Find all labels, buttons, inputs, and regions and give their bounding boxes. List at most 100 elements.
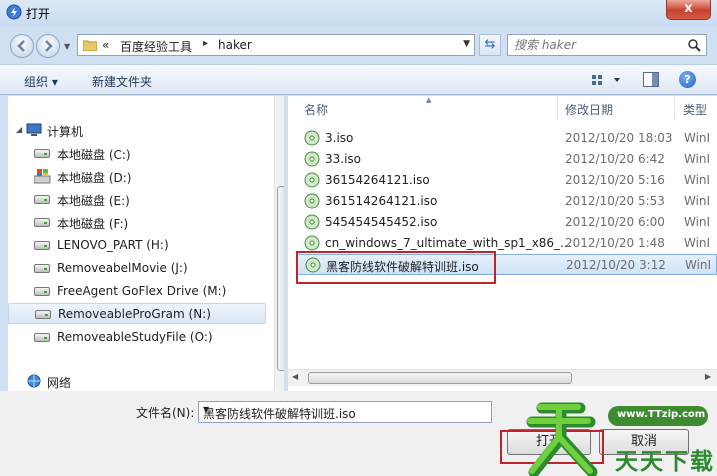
disc-image-icon xyxy=(304,214,320,230)
filename-field[interactable]: 黑客防线软件破解特训班.iso ▼ xyxy=(198,401,492,423)
system-drive-icon xyxy=(34,169,51,184)
nav-label: FreeAgent GoFlex Drive (M:) xyxy=(57,284,227,298)
navigation-pane: ◢ 计算机 本地磁盘 (C:) 本地磁盘 (D:) 本地磁盘 (E:) 本地磁盘… xyxy=(8,96,285,391)
file-name: 33.iso xyxy=(325,152,362,166)
scroll-left-icon[interactable]: ◀ xyxy=(292,372,298,381)
nav-label: RemoveableProGram (N:) xyxy=(58,307,211,321)
nav-item-drive-m[interactable]: FreeAgent GoFlex Drive (M:) xyxy=(12,281,270,302)
nav-label: 本地磁盘 (C:) xyxy=(57,148,131,162)
filename-label: 文件名(N): xyxy=(136,406,195,420)
column-header-type[interactable]: 类型 xyxy=(675,96,717,120)
nav-item-drive-d[interactable]: 本地磁盘 (D:) xyxy=(12,166,270,187)
annotation-highlight xyxy=(296,251,496,284)
nav-label: 网络 xyxy=(47,376,72,390)
nav-item-drive-j[interactable]: RemoveabelMovie (J:) xyxy=(12,258,270,279)
file-row[interactable]: 545454545452.iso 2012/10/20 6:00 WinI xyxy=(296,212,717,233)
file-type: WinI xyxy=(684,173,711,187)
file-type: WinI xyxy=(685,258,712,272)
refresh-icon: ⇆ xyxy=(484,37,496,52)
preview-pane-icon[interactable] xyxy=(643,72,659,87)
file-date: 2012/10/20 3:12 xyxy=(566,258,666,272)
disc-image-icon xyxy=(304,172,320,188)
file-name: 361514264121.iso xyxy=(325,194,438,208)
recent-pages-dropdown[interactable]: ▼ xyxy=(64,42,70,51)
window-title: 打开 xyxy=(26,7,51,21)
watermark-text: 天天下载 xyxy=(615,449,715,475)
view-options-icon[interactable] xyxy=(590,72,624,88)
drive-icon xyxy=(34,287,50,296)
search-box[interactable] xyxy=(507,34,707,56)
file-row[interactable]: 3.iso 2012/10/20 18:03 WinI xyxy=(296,128,717,149)
help-icon[interactable]: ? xyxy=(679,71,696,88)
new-folder-button[interactable]: 新建文件夹 xyxy=(92,73,152,90)
drive-icon xyxy=(34,264,50,273)
refresh-button[interactable]: ⇆ xyxy=(479,34,501,56)
address-segment[interactable]: 百度经验工具 xyxy=(120,38,192,55)
chevron-down-icon[interactable]: ▼ xyxy=(203,405,487,414)
app-icon xyxy=(6,4,22,20)
nav-item-network[interactable]: 网络 xyxy=(12,371,270,391)
nav-label: RemoveabelMovie (J:) xyxy=(57,261,188,275)
address-prefix[interactable]: « xyxy=(102,38,109,52)
column-header-date[interactable]: 修改日期 xyxy=(558,96,675,120)
address-row: ▼ « 百度经验工具 ▸ haker ▼ ⇆ xyxy=(0,26,717,64)
search-input[interactable] xyxy=(514,38,674,52)
file-row[interactable]: 36154264121.iso 2012/10/20 5:16 WinI xyxy=(296,170,717,191)
horizontal-scrollbar[interactable]: ◀ ▶ xyxy=(288,369,717,386)
title-bar: 打开 x xyxy=(0,0,717,26)
file-row[interactable]: 361514264121.iso 2012/10/20 5:53 WinI xyxy=(296,191,717,212)
nav-item-drive-f[interactable]: 本地磁盘 (F:) xyxy=(12,212,270,233)
back-button[interactable] xyxy=(10,34,34,58)
toolbar: 组织 ▾ 新建文件夹 ? xyxy=(0,64,717,95)
nav-label: 本地磁盘 (E:) xyxy=(57,194,130,208)
file-date: 2012/10/20 5:16 xyxy=(565,173,665,187)
watermark-url: www.TTzip.com xyxy=(617,409,706,420)
nav-item-drive-n[interactable]: RemoveableProGram (N:) xyxy=(8,303,266,324)
horizontal-scrollbar-thumb[interactable] xyxy=(308,372,572,384)
address-segment[interactable]: haker xyxy=(218,38,252,52)
tree-expand-icon[interactable]: ◢ xyxy=(16,125,22,134)
drive-icon xyxy=(35,310,51,319)
drive-icon xyxy=(34,195,50,204)
file-row[interactable]: 33.iso 2012/10/20 6:42 WinI xyxy=(296,149,717,170)
file-name: 3.iso xyxy=(325,131,354,145)
disc-image-icon xyxy=(304,151,320,167)
disc-image-icon xyxy=(304,193,320,209)
chevron-right-icon[interactable]: ▸ xyxy=(203,38,208,49)
nav-label: 计算机 xyxy=(47,125,84,139)
nav-label: 本地磁盘 (F:) xyxy=(57,217,129,231)
organize-menu[interactable]: 组织 ▾ xyxy=(24,73,58,90)
file-name: cn_windows_7_ultimate_with_sp1_x86_... xyxy=(325,236,572,250)
file-date: 2012/10/20 6:00 xyxy=(565,215,665,229)
network-icon xyxy=(27,374,41,388)
drive-icon xyxy=(34,218,50,227)
close-button[interactable]: x xyxy=(666,0,711,20)
nav-item-drive-c[interactable]: 本地磁盘 (C:) xyxy=(12,143,270,164)
drive-icon xyxy=(34,333,50,342)
file-type: WinI xyxy=(684,236,711,250)
file-date: 2012/10/20 1:48 xyxy=(565,236,665,250)
address-bar[interactable]: « 百度经验工具 ▸ haker ▼ xyxy=(77,34,475,56)
nav-item-computer[interactable]: ◢ 计算机 xyxy=(12,120,270,141)
search-icon[interactable] xyxy=(687,38,701,52)
file-type: WinI xyxy=(684,194,711,208)
nav-label: RemoveableStudyFile (O:) xyxy=(57,330,213,344)
drive-icon xyxy=(34,241,50,250)
nav-label: LENOVO_PART (H:) xyxy=(57,238,169,252)
forward-button[interactable] xyxy=(36,34,60,58)
nav-item-drive-h[interactable]: LENOVO_PART (H:) xyxy=(12,235,270,256)
disc-image-icon xyxy=(304,235,320,251)
file-date: 2012/10/20 5:53 xyxy=(565,194,665,208)
column-header-name[interactable]: 名称 xyxy=(296,96,558,120)
nav-item-drive-e[interactable]: 本地磁盘 (E:) xyxy=(12,189,270,210)
chevron-down-icon[interactable]: ▼ xyxy=(463,39,470,49)
file-type: WinI xyxy=(684,131,711,145)
nav-item-drive-o[interactable]: RemoveableStudyFile (O:) xyxy=(12,327,270,348)
file-date: 2012/10/20 18:03 xyxy=(565,131,673,145)
file-date: 2012/10/20 6:42 xyxy=(565,152,665,166)
file-list: ▲ 名称 修改日期 类型 3.iso 2012/10/20 18:03 WinI… xyxy=(288,96,717,391)
scroll-right-icon[interactable]: ▶ xyxy=(705,372,711,381)
watermark: www.TTzip.com 天天下载 xyxy=(520,398,717,476)
nav-label: 本地磁盘 (D:) xyxy=(57,171,132,185)
nav-scrollbar-thumb[interactable] xyxy=(277,186,284,371)
